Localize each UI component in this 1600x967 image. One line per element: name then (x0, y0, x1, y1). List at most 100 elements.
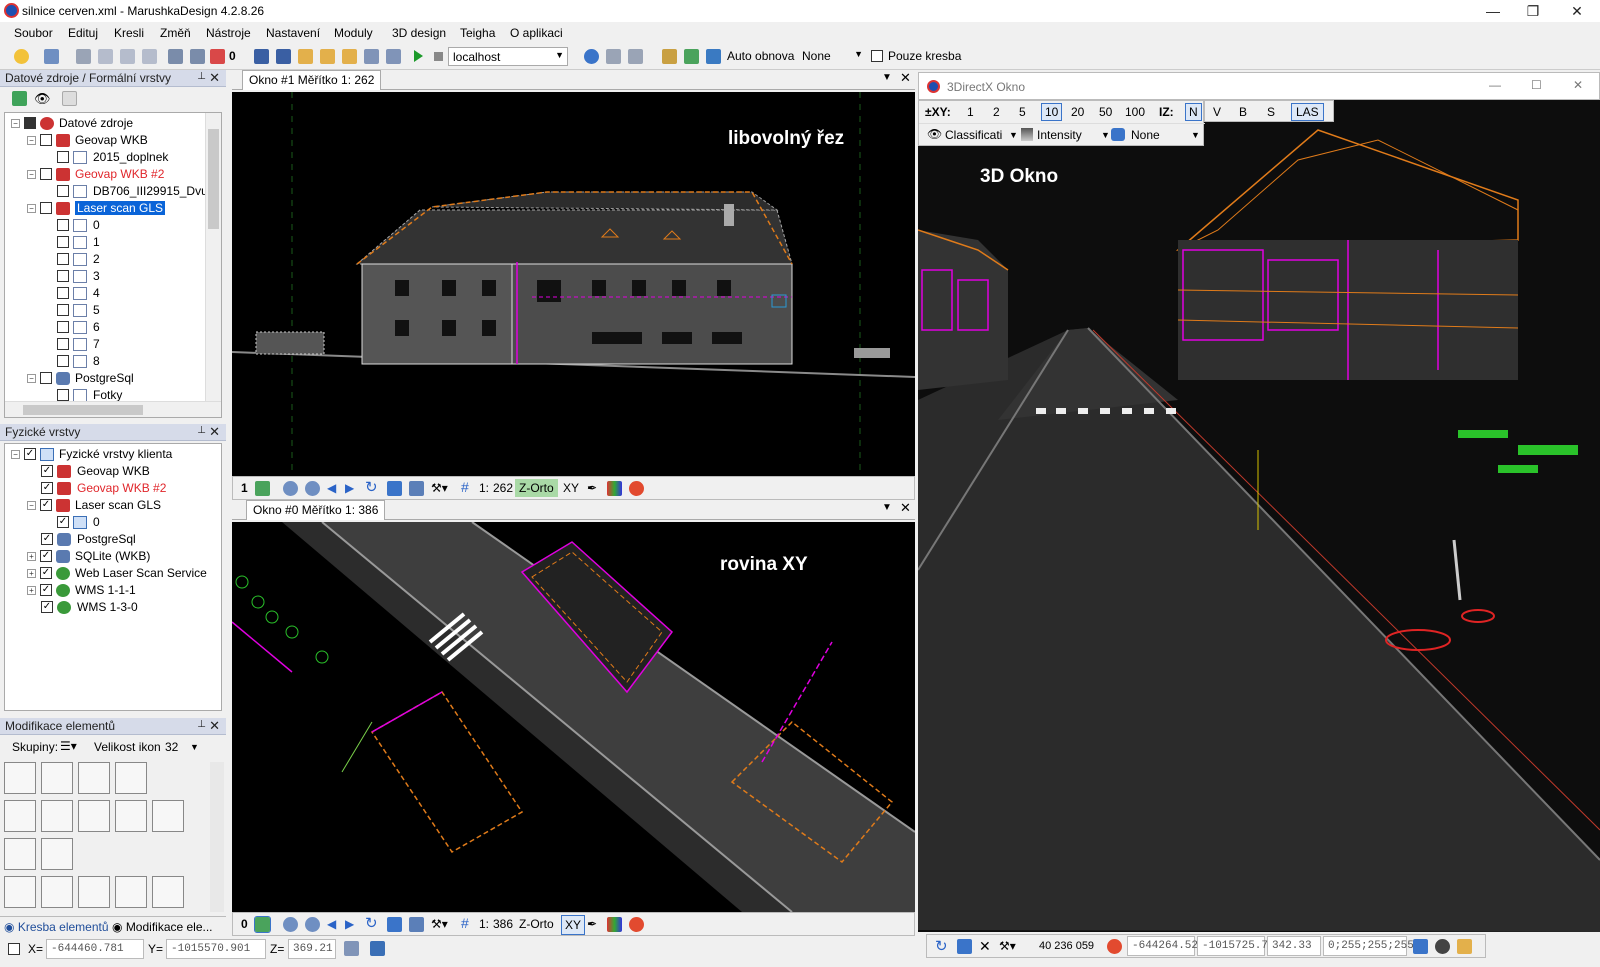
server-select[interactable]: localhost ▼ (448, 47, 568, 66)
filter-dropdown-icon[interactable]: ▼ (1191, 130, 1200, 140)
ruler-icon[interactable] (662, 49, 677, 64)
stop-render-icon[interactable] (629, 481, 644, 496)
house-alt-icon[interactable] (142, 49, 157, 64)
menu-teigha[interactable]: Teigha (460, 26, 495, 40)
refresh-icon[interactable]: ↻ (365, 478, 378, 496)
steering-icon[interactable] (1435, 939, 1450, 954)
view-s-button[interactable]: S (1267, 105, 1275, 119)
split-tool-icon[interactable] (4, 838, 36, 870)
filter-icon[interactable] (168, 49, 183, 64)
tools-icon[interactable]: ⚒▾ (999, 939, 1016, 953)
info-icon[interactable] (584, 49, 599, 64)
add-source-icon[interactable] (12, 91, 27, 106)
cut-tool-icon[interactable] (41, 838, 73, 870)
move-tool-icon[interactable] (4, 762, 36, 794)
image-icon[interactable] (387, 481, 402, 496)
eye-icon[interactable]: 👁 (34, 91, 51, 107)
corner-tool-icon[interactable] (115, 800, 147, 832)
only-drawing-checkbox[interactable] (871, 50, 883, 62)
zoom-out-icon[interactable] (305, 917, 320, 932)
distribute-tool-icon[interactable] (115, 876, 147, 908)
xy-toggle[interactable]: XY (561, 915, 586, 935)
view-b-button[interactable]: B (1239, 105, 1247, 119)
view3d-canvas[interactable]: ±XY: 1 2 5 10 20 50 100 IZ: N 👁 Classifi… (918, 100, 1600, 932)
window-frame-icon[interactable] (409, 917, 424, 932)
z-orto-toggle[interactable]: Z-Orto (515, 479, 558, 497)
snap-icon[interactable] (344, 941, 359, 956)
extend-tool-icon[interactable] (41, 800, 73, 832)
close-icon[interactable]: ✕ (209, 718, 220, 734)
menu-nastaveni[interactable]: Nastavení (266, 26, 320, 40)
groups-list-icon[interactable]: ☰▾ (60, 739, 77, 753)
step-50-button[interactable]: 50 (1099, 105, 1112, 119)
link-icon[interactable] (1457, 939, 1472, 954)
view0-tab[interactable]: Okno #0 Měřítko 1: 386 (246, 500, 386, 520)
horizontal-scrollbar[interactable] (5, 401, 221, 417)
vertical-scrollbar[interactable] (205, 113, 221, 401)
view0-scale[interactable]: 386 (493, 917, 513, 931)
menu-nastroje[interactable]: Nástroje (206, 26, 251, 40)
view1-canvas[interactable]: libovolný řez (232, 92, 915, 476)
intensity-dropdown-icon[interactable]: ▼ (1101, 130, 1110, 140)
menu-3d-design[interactable]: 3D design (392, 26, 446, 40)
break-tool-icon[interactable] (152, 876, 184, 908)
refresh-icon[interactable]: ↻ (935, 937, 948, 955)
window-frame-icon[interactable] (409, 481, 424, 496)
smiley-icon[interactable] (14, 49, 29, 64)
view-n-button[interactable]: N (1185, 103, 1202, 121)
menu-zmen[interactable]: Změň (160, 26, 191, 40)
layer-refresh-icon[interactable] (255, 481, 270, 496)
close-icon[interactable]: ✕ (209, 424, 220, 440)
menu-edituj[interactable]: Edituj (68, 26, 98, 40)
pointer-icon[interactable] (76, 49, 91, 64)
step-1-button[interactable]: 1 (967, 105, 974, 119)
eye-icon[interactable]: 👁 (927, 127, 942, 141)
maximize-button[interactable]: ❐ (1510, 0, 1556, 22)
image-icon[interactable] (387, 917, 402, 932)
view3d-maximize-button[interactable]: ☐ (1531, 78, 1542, 92)
zoom-in-icon[interactable] (283, 917, 298, 932)
view1-scale[interactable]: 262 (493, 481, 513, 495)
polygon-icon[interactable] (98, 49, 113, 64)
layers-icon[interactable] (342, 49, 357, 64)
offset-tool-icon[interactable] (41, 876, 73, 908)
align-tool-icon[interactable] (78, 876, 110, 908)
z-coord-field[interactable]: 369.21 (288, 939, 336, 959)
tab-kresba[interactable]: ◉ Kresba elementů (4, 920, 109, 934)
filter-select[interactable]: None (1131, 128, 1160, 142)
classification-select[interactable]: Classificati (945, 128, 1002, 142)
image-icon[interactable] (957, 939, 972, 954)
palette-icon[interactable] (607, 917, 622, 932)
home-icon[interactable] (62, 91, 77, 106)
auto-refresh-select[interactable]: None ▼ (798, 47, 866, 66)
stop-render-icon[interactable] (1107, 939, 1122, 954)
pin-icon[interactable]: ⊥ (197, 71, 206, 82)
close-icon[interactable]: ✕ (209, 70, 220, 86)
intensity-select[interactable]: Intensity (1037, 128, 1082, 142)
auto-refresh-icon[interactable] (706, 49, 721, 64)
windows-icon[interactable] (386, 49, 401, 64)
stop-icon[interactable] (434, 52, 443, 61)
refresh-icon[interactable]: ↻ (365, 914, 378, 932)
step-5-button[interactable]: 5 (1019, 105, 1026, 119)
z-orto-toggle[interactable]: Z-Orto (519, 917, 554, 931)
tools-scrollbar[interactable] (210, 762, 224, 912)
close-icon[interactable]: ✕ (979, 938, 991, 955)
copy-icon[interactable] (1413, 939, 1428, 954)
close-button[interactable]: ✕ (1554, 0, 1600, 22)
menu-moduly[interactable]: Moduly (334, 26, 373, 40)
scrollbar-thumb[interactable] (23, 405, 143, 415)
trim-tool-icon[interactable] (78, 800, 110, 832)
classification-dropdown-icon[interactable]: ▼ (1009, 130, 1018, 140)
filter-remove-icon[interactable] (210, 49, 225, 64)
icon-size-select[interactable]: 32 (165, 740, 178, 754)
filter-add-icon[interactable] (190, 49, 205, 64)
folder-tree-icon[interactable] (320, 49, 335, 64)
grid-icon[interactable]: # (461, 479, 469, 495)
back-icon[interactable]: ◀ (327, 481, 336, 495)
tools-icon[interactable]: ⚒▾ (431, 917, 448, 931)
pin-icon[interactable]: ⊥ (197, 719, 206, 730)
view0-close-icon[interactable]: ✕ (900, 500, 911, 516)
menu-o-aplikaci[interactable]: O aplikaci (510, 26, 563, 40)
coords-checkbox[interactable] (8, 943, 20, 955)
